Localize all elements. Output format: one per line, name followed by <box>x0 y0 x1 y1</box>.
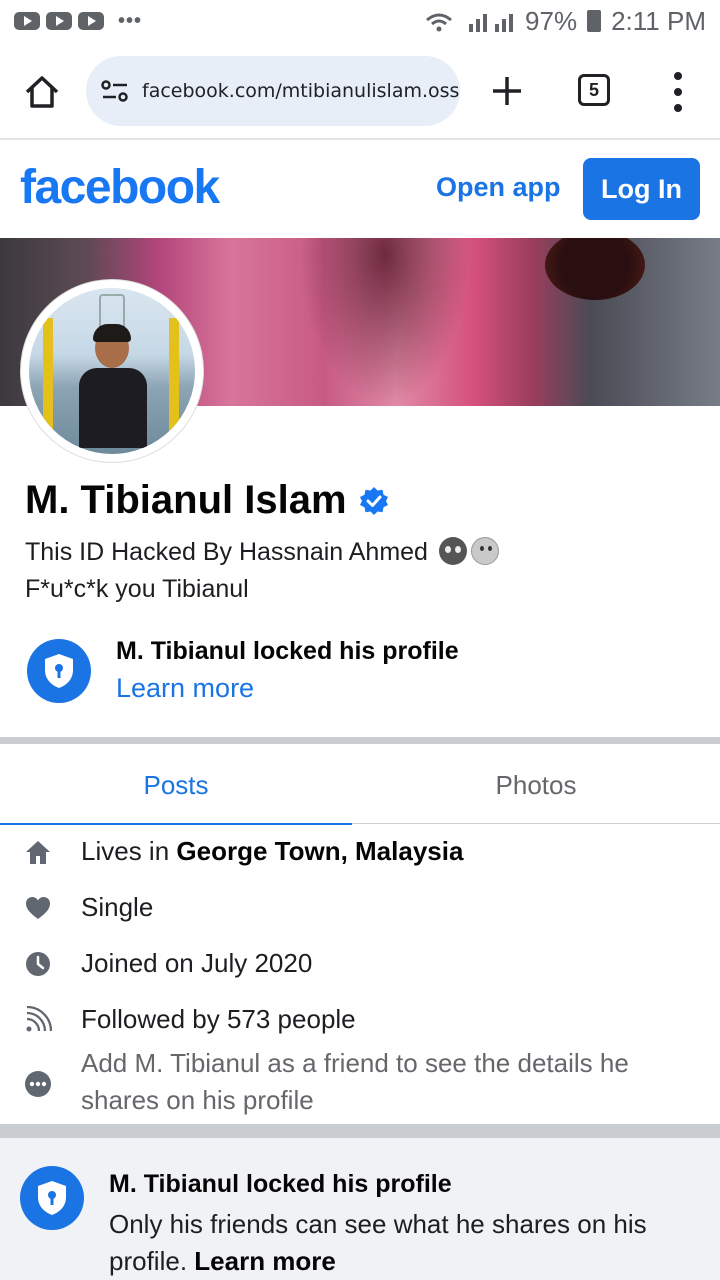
lock-shield-icon <box>20 1166 84 1230</box>
smile-emoji-icon <box>470 537 499 565</box>
facebook-logo[interactable]: facebook <box>20 160 220 215</box>
lock-shield-icon <box>27 639 91 703</box>
joined-date: Joined on July 2020 <box>81 948 313 978</box>
youtube-notification-icon <box>78 12 104 30</box>
battery-percent: 97% <box>525 5 578 36</box>
more-horizontal-icon <box>25 1071 51 1097</box>
locked-card-learn-more[interactable]: Learn more <box>194 1246 336 1276</box>
bio-line-2: F*u*c*k you Tibianul <box>25 575 249 603</box>
browser-toolbar: facebook.com/mtibianulislam.ossc 5 <box>0 42 720 140</box>
profile-name: M. Tibianul Islam <box>25 478 347 522</box>
locked-profile-card: M. Tibianul locked his profile Only his … <box>0 1138 720 1280</box>
bio-line-1: This ID Hacked By Hassnain Ahmed <box>25 538 428 566</box>
learn-more-link[interactable]: Learn more <box>116 673 254 704</box>
followers-count: Followed by 573 people <box>81 1004 356 1034</box>
lives-place: George Town, Malaysia <box>176 836 464 866</box>
plus-icon[interactable] <box>490 74 524 108</box>
relationship-status: Single <box>81 892 154 922</box>
house-icon <box>26 841 50 864</box>
url-text: facebook.com/mtibianulislam.ossc <box>142 80 460 102</box>
facebook-header: facebook Open app Log In <box>0 142 720 238</box>
more-vert-icon[interactable] <box>670 72 686 112</box>
tabs-count-button[interactable]: 5 <box>578 74 610 106</box>
skull-emoji-icon <box>438 537 467 565</box>
open-app-link[interactable]: Open app <box>436 172 561 203</box>
profile-avatar[interactable] <box>21 280 203 462</box>
section-divider <box>0 737 720 744</box>
add-friend-note: Add M. Tibianul as a friend to see the d… <box>81 1048 629 1115</box>
heart-icon <box>26 897 50 919</box>
clock-time: 2:11 PM <box>611 5 706 36</box>
locked-card-desc-text: Only his friends can see what he shares … <box>109 1209 647 1276</box>
rss-icon <box>26 1006 52 1032</box>
profile-bio: This ID Hacked By Hassnain Ahmed F*u*c*k… <box>25 534 585 608</box>
section-divider <box>0 1124 720 1138</box>
profile-name-row: M. Tibianul Islam <box>25 478 389 523</box>
battery-icon <box>587 10 602 32</box>
home-icon[interactable] <box>22 72 62 112</box>
locked-card-description: Only his friends can see what he shares … <box>109 1206 699 1280</box>
tab-posts[interactable]: Posts <box>0 746 352 825</box>
locked-profile-notice: M. Tibianul locked his profile Learn mor… <box>27 637 697 717</box>
locked-card-title: M. Tibianul locked his profile <box>109 1170 452 1198</box>
youtube-notification-icon <box>46 12 72 30</box>
signal-wifi-icon <box>426 13 514 32</box>
tab-photos[interactable]: Photos <box>360 746 712 824</box>
login-button[interactable]: Log In <box>583 158 700 220</box>
tune-icon[interactable] <box>100 79 130 103</box>
cover-watermark-logo <box>545 238 645 300</box>
url-bar[interactable]: facebook.com/mtibianulislam.ossc <box>86 56 460 126</box>
youtube-notification-icon <box>14 12 40 30</box>
verified-badge-icon <box>359 486 388 515</box>
lives-prefix: Lives in <box>81 836 170 866</box>
profile-tabs: Posts Photos <box>0 746 720 825</box>
status-bar: ••• 97% 2:11 PM <box>0 0 720 42</box>
locked-profile-title: M. Tibianul locked his profile <box>116 637 459 665</box>
more-notifications-icon: ••• <box>118 9 143 32</box>
clock-icon <box>26 952 50 976</box>
